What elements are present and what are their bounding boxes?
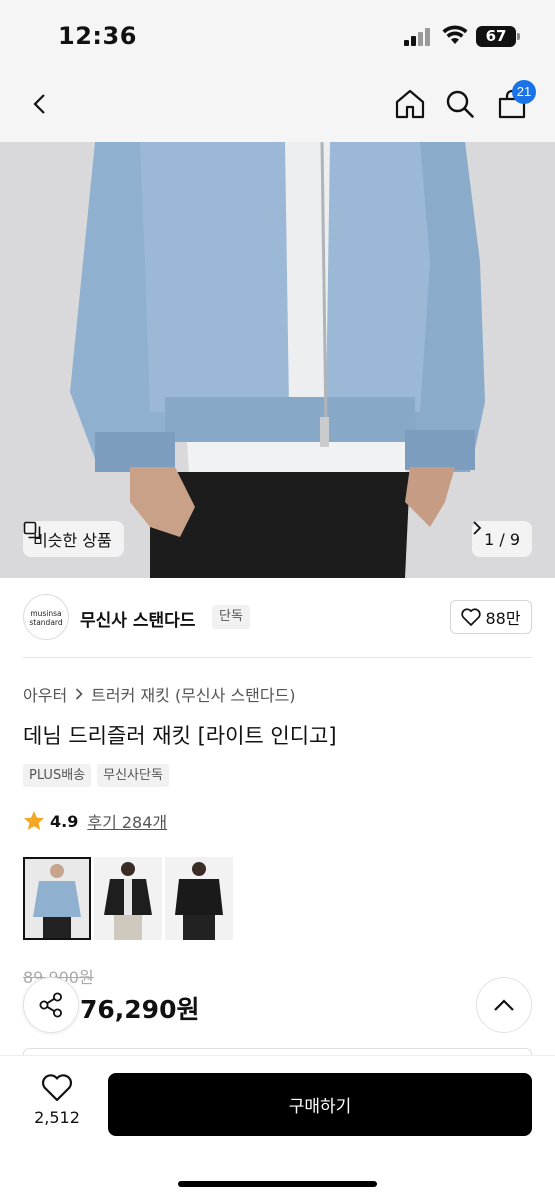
star-icon <box>24 811 44 830</box>
brand-like-count: 88만 <box>485 609 521 628</box>
share-button[interactable] <box>23 977 79 1033</box>
exclusive-badge: 단독 <box>212 605 250 629</box>
home-icon <box>395 89 425 119</box>
brand-logo-line1: musinsa <box>30 609 62 618</box>
brand-logo[interactable]: musinsa standard <box>23 594 69 640</box>
color-options <box>23 857 233 940</box>
brand-logo-line2: standard <box>29 618 63 627</box>
cart-button[interactable]: 21 <box>492 80 536 124</box>
image-counter[interactable]: 1 / 9 <box>472 521 532 557</box>
color-option-black-open[interactable] <box>94 857 162 940</box>
image-counter-text: 1 / 9 <box>484 529 520 549</box>
wishlist-button[interactable]: 2,512 <box>24 1074 90 1127</box>
back-button[interactable] <box>20 84 60 124</box>
color-option-black-closed[interactable] <box>165 857 233 940</box>
wishlist-count: 2,512 <box>34 1108 80 1127</box>
tag-plus-delivery: PLUS배송 <box>23 764 92 787</box>
search-button[interactable] <box>440 84 480 124</box>
top-nav: 21 <box>0 70 555 142</box>
chevron-right-icon <box>473 521 482 535</box>
cart-count-badge: 21 <box>512 80 536 104</box>
similar-products-label: 비슷한 상품 <box>33 531 112 550</box>
copy-icon <box>23 521 41 539</box>
search-icon <box>446 90 474 118</box>
color-option-light-indigo[interactable] <box>23 857 91 940</box>
breadcrumb-category[interactable]: 아우터 <box>23 682 67 706</box>
chevron-right-icon <box>76 688 83 700</box>
rating-score: 4.9 <box>50 811 79 831</box>
home-button[interactable] <box>390 84 430 124</box>
wifi-icon <box>442 25 468 44</box>
signal-icon <box>404 28 434 46</box>
review-count-link[interactable]: 후기 284개 <box>87 809 167 833</box>
brand-like-button[interactable]: 88만 <box>450 600 532 634</box>
chevron-up-icon <box>494 999 514 1011</box>
purchase-bar: 2,512 구매하기 <box>0 1055 555 1200</box>
thumbnail-image <box>165 857 233 940</box>
battery-indicator: 67 <box>476 26 520 47</box>
home-indicator <box>178 1181 377 1187</box>
heart-icon <box>461 608 482 626</box>
heart-icon <box>41 1074 73 1102</box>
product-tags: PLUS배송 무신사단독 <box>23 764 169 787</box>
thumbnail-image <box>25 859 89 938</box>
breadcrumb-subcategory[interactable]: 트러커 재킷 (무신사 스탠다드) <box>91 682 295 706</box>
buy-button[interactable]: 구매하기 <box>108 1073 532 1136</box>
brand-name[interactable]: 무신사 스탠다드 <box>80 606 195 631</box>
chevron-left-icon <box>33 94 45 114</box>
brand-row: musinsa standard 무신사 스탠다드 단독 88만 <box>23 594 532 642</box>
breadcrumb: 아우터 트러커 재킷 (무신사 스탠다드) <box>23 682 296 706</box>
status-bar: 12:36 67 <box>0 0 555 70</box>
similar-products-button[interactable]: 비슷한 상품 <box>23 521 124 557</box>
share-icon <box>39 992 62 1018</box>
thumbnail-image <box>94 857 162 940</box>
divider <box>23 657 532 658</box>
product-title: 데님 드리즐러 재킷 [라이트 인디고] <box>23 724 337 748</box>
tag-exclusive: 무신사단독 <box>97 764 169 787</box>
rating-row: 4.9 후기 284개 <box>23 809 167 833</box>
product-image-carousel[interactable]: 비슷한 상품 1 / 9 <box>0 142 555 578</box>
scroll-top-button[interactable] <box>476 977 532 1033</box>
product-photo <box>0 142 555 578</box>
sale-price: 76,290원 <box>80 995 200 1024</box>
clock: 12:36 <box>58 22 137 50</box>
